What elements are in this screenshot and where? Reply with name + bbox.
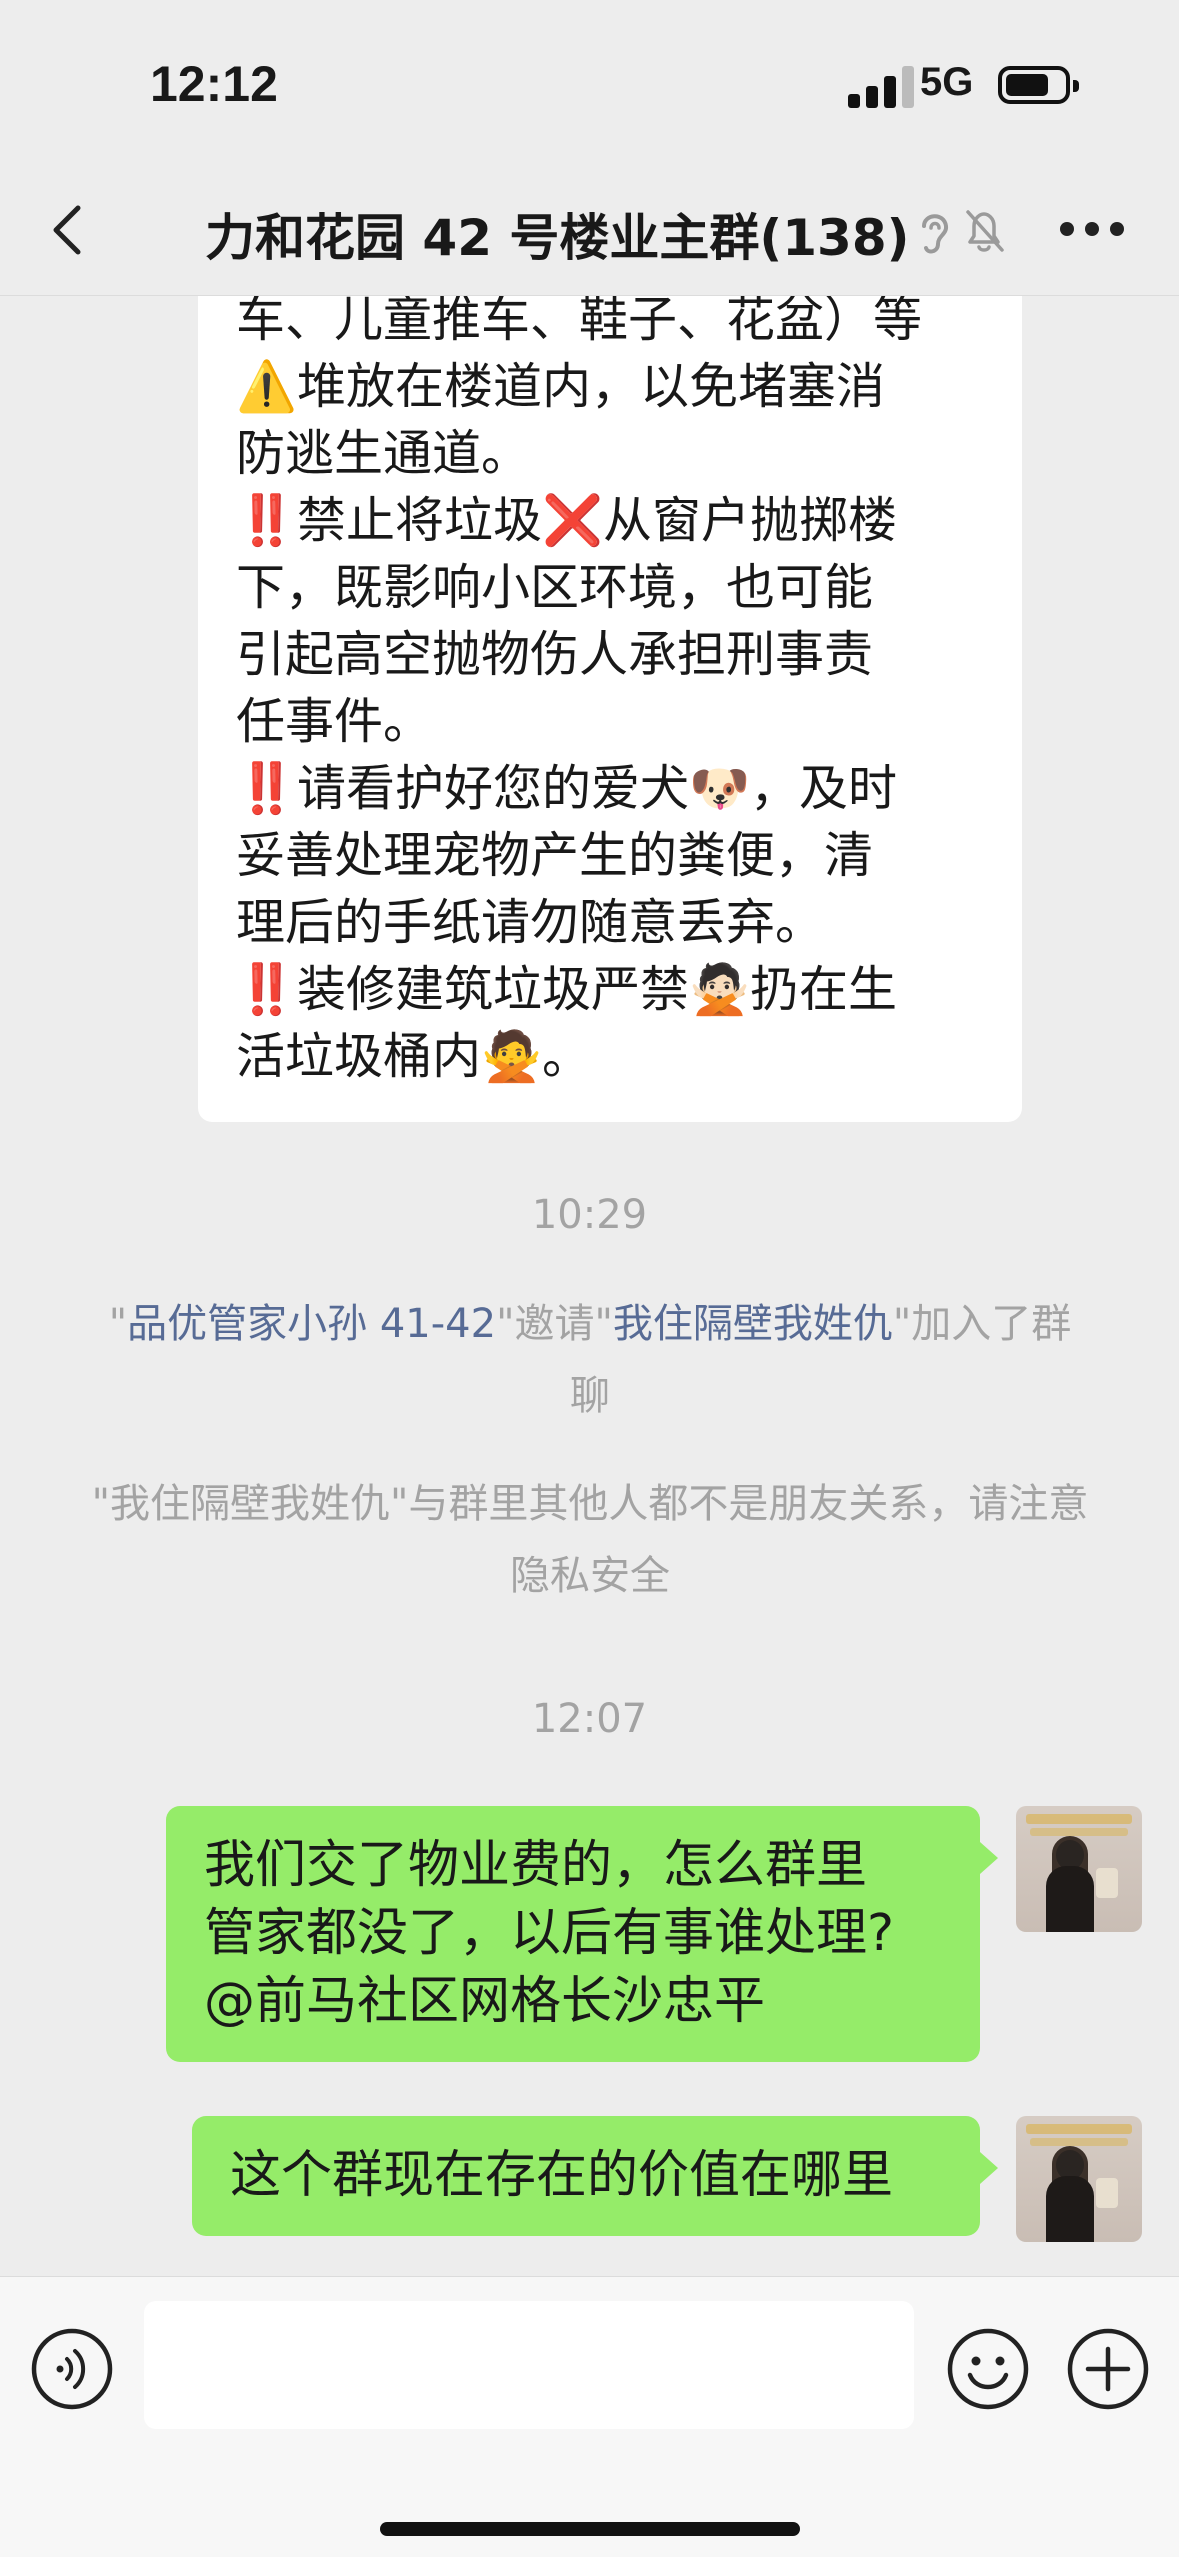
message-line: 活垃圾桶内🙅。 <box>236 1028 592 1085</box>
more-dots-icon[interactable] <box>1060 222 1124 238</box>
message-line: 妥善处理宠物产生的粪便，清 <box>236 827 874 884</box>
message-line: 防逃生通道。 <box>236 425 531 482</box>
privacy-system-message: "我住隔壁我姓仇"与群里其他人都不是朋友关系，请注意隐私安全 <box>91 1481 1089 1599</box>
timestamp: 10:29 <box>531 1192 648 1238</box>
message-line: ⚠️堆放在楼道内，以免堵塞消 <box>236 358 886 415</box>
timestamp: 12:07 <box>531 1696 648 1742</box>
emoji-icon[interactable] <box>946 2327 1030 2411</box>
message-line: 下，既影响小区环境，也可能 <box>236 559 874 616</box>
message-line: 引起高空抛物伤人承担刑事责 <box>236 626 874 683</box>
signal-icon <box>848 64 918 108</box>
message-input[interactable] <box>144 2301 914 2429</box>
plus-icon[interactable] <box>1066 2327 1150 2411</box>
network-type: 5G <box>920 60 974 104</box>
voice-icon[interactable] <box>30 2327 114 2411</box>
avatar[interactable] <box>1016 1806 1142 1932</box>
home-indicator <box>380 2522 800 2536</box>
inviter-name-link[interactable]: 品优管家小孙 41-42 <box>127 1301 496 1347</box>
my-message-bubble[interactable]: 我们交了物业费的，怎么群里 管家都没了，以后有事谁处理? @前马社区网格长沙忠平 <box>166 1806 998 2062</box>
invitee-name-link[interactable]: 我住隔壁我姓仇 <box>613 1301 893 1347</box>
status-bar: 12:12 5G <box>0 0 1179 170</box>
avatar[interactable] <box>1016 2116 1142 2242</box>
message-line: 我们交了物业费的，怎么群里 <box>204 1836 868 1895</box>
chat-messages[interactable]: 车、儿童推车、鞋子、花盆）等 ⚠️堆放在楼道内，以免堵塞消 防逃生通道。 ‼️禁… <box>0 296 1179 2276</box>
message-line: 管家都没了，以后有事谁处理? <box>204 1904 895 1963</box>
message-line: 理后的手纸请勿随意丢弃。 <box>236 894 825 951</box>
chevron-left-icon[interactable] <box>40 200 100 260</box>
message-line: 这个群现在存在的价值在哪里 <box>230 2146 894 2205</box>
bell-off-icon <box>966 210 1004 252</box>
chat-header: 力和花园 42 号楼业主群(138) <box>0 170 1179 296</box>
invite-text: "邀请" <box>496 1301 613 1347</box>
my-message-bubble[interactable]: 这个群现在存在的价值在哪里 <box>192 2116 998 2236</box>
notice-message-bubble[interactable]: 车、儿童推车、鞋子、花盆）等 ⚠️堆放在楼道内，以免堵塞消 防逃生通道。 ‼️禁… <box>198 296 1022 1122</box>
invite-system-message: "品优管家小孙 41-42"邀请"我住隔壁我姓仇"加入了群聊 <box>90 1288 1090 1432</box>
battery-icon <box>998 66 1079 104</box>
message-line: 任事件。 <box>236 693 433 750</box>
message-line: ‼️装修建筑垃圾严禁🙅🏻扔在生 <box>236 961 898 1018</box>
quote: " <box>108 1301 128 1347</box>
message-line: ‼️请看护好您的爱犬🐶，及时 <box>236 760 898 817</box>
ear-icon <box>922 214 949 254</box>
message-line: 车、儿童推车、鞋子、花盆）等 <box>236 296 923 348</box>
input-bar <box>0 2276 1179 2557</box>
message-line: @前马社区网格长沙忠平 <box>204 1972 766 2031</box>
chat-title[interactable]: 力和花园 42 号楼业主群(138) <box>205 198 909 270</box>
status-time: 12:12 <box>150 56 278 112</box>
message-line: ‼️禁止将垃圾❌从窗户抛掷楼 <box>236 492 898 549</box>
